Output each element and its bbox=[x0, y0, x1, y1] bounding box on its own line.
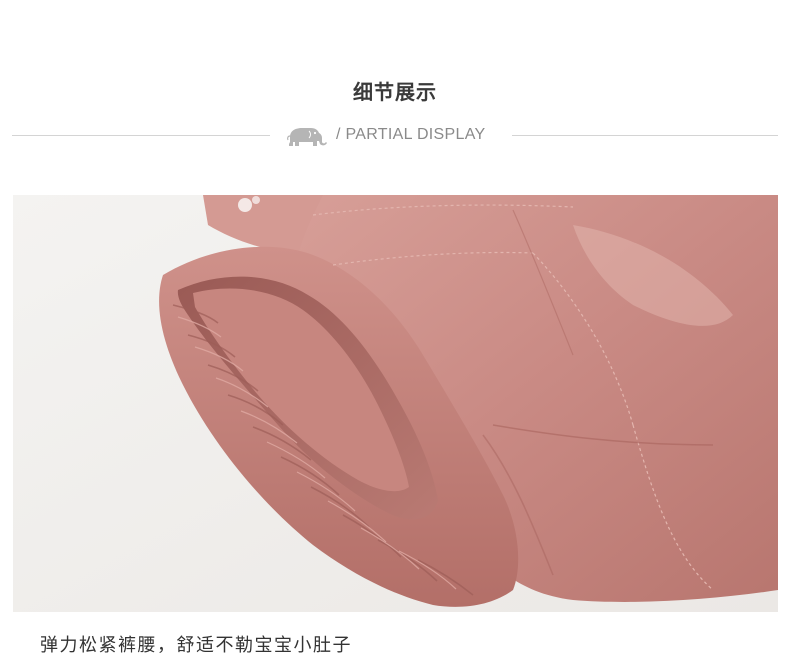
elephant-icon bbox=[287, 128, 327, 146]
product-detail-photo bbox=[13, 195, 778, 612]
divider-line-left bbox=[12, 135, 270, 136]
photo-caption: 弹力松紧裤腰，舒适不勒宝宝小肚子 bbox=[40, 635, 352, 656]
section-title: 细节展示 bbox=[353, 80, 437, 104]
divider-line-right bbox=[512, 135, 778, 136]
pants-waistband-illustration bbox=[13, 195, 778, 612]
section-subtitle: / PARTIAL DISPLAY bbox=[336, 126, 486, 143]
section-divider: / PARTIAL DISPLAY bbox=[0, 124, 790, 148]
